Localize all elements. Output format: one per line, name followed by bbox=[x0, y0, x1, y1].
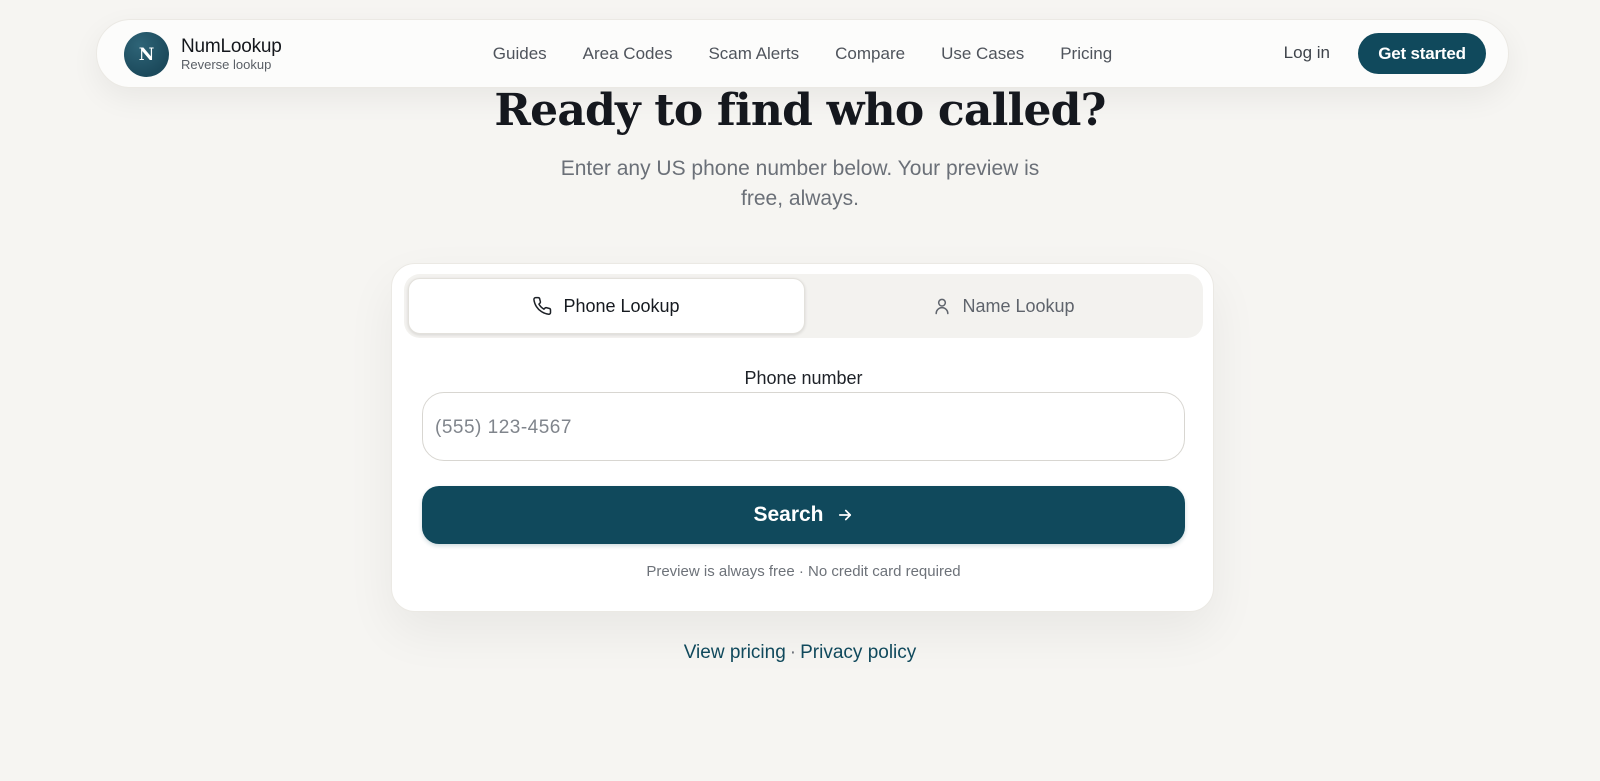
brand-text: NumLookup Reverse lookup bbox=[181, 36, 282, 73]
top-navbar: N NumLookup Reverse lookup Guides Area C… bbox=[96, 19, 1509, 88]
search-button-label: Search bbox=[753, 503, 824, 526]
arrow-right-icon bbox=[838, 509, 851, 521]
view-pricing-link[interactable]: View pricing bbox=[684, 642, 786, 663]
hero-title: Ready to find who called? bbox=[494, 85, 1106, 136]
nav-link-area-codes[interactable]: Area Codes bbox=[583, 44, 673, 64]
hero-subtitle: Enter any US phone number below. Your pr… bbox=[560, 157, 1040, 210]
nav-link-scam-alerts[interactable]: Scam Alerts bbox=[708, 44, 799, 64]
brand-name: NumLookup bbox=[181, 36, 282, 57]
brand-logo-letter: N bbox=[138, 44, 155, 65]
tab-phone-lookup[interactable]: Phone Lookup bbox=[408, 278, 805, 334]
tab-phone-lookup-label: Phone Lookup bbox=[563, 295, 680, 316]
nav-link-use-cases[interactable]: Use Cases bbox=[941, 44, 1024, 64]
tab-name-lookup-label: Name Lookup bbox=[962, 295, 1075, 316]
phone-number-input[interactable] bbox=[422, 392, 1185, 461]
phone-icon bbox=[533, 296, 552, 315]
footer-links: View pricing · Privacy policy bbox=[0, 642, 1600, 664]
search-fine-print: Preview is always free · No credit card … bbox=[646, 563, 961, 580]
phone-number-label: Phone number bbox=[744, 368, 863, 388]
nav-link-compare[interactable]: Compare bbox=[835, 44, 905, 64]
page: N NumLookup Reverse lookup Guides Area C… bbox=[0, 0, 1600, 781]
nav-link-pricing[interactable]: Pricing bbox=[1060, 44, 1112, 64]
login-link[interactable]: Log in bbox=[1284, 43, 1330, 63]
nav-link-guides[interactable]: Guides bbox=[493, 44, 547, 64]
lookup-tabs: Phone Lookup Name Lookup bbox=[404, 274, 1203, 338]
footer-separator: · bbox=[789, 642, 797, 663]
search-card: Phone Lookup Name Lookup Phone number Se… bbox=[391, 263, 1214, 612]
search-button[interactable]: Search bbox=[422, 486, 1185, 544]
brand-logo: N bbox=[124, 32, 169, 77]
user-icon bbox=[935, 298, 950, 315]
brand-home-link[interactable]: N NumLookup Reverse lookup bbox=[124, 32, 282, 77]
brand-tagline: Reverse lookup bbox=[181, 57, 272, 72]
get-started-button[interactable]: Get started bbox=[1358, 33, 1486, 74]
tab-name-lookup[interactable]: Name Lookup bbox=[805, 278, 1202, 334]
privacy-policy-link[interactable]: Privacy policy bbox=[800, 642, 916, 663]
